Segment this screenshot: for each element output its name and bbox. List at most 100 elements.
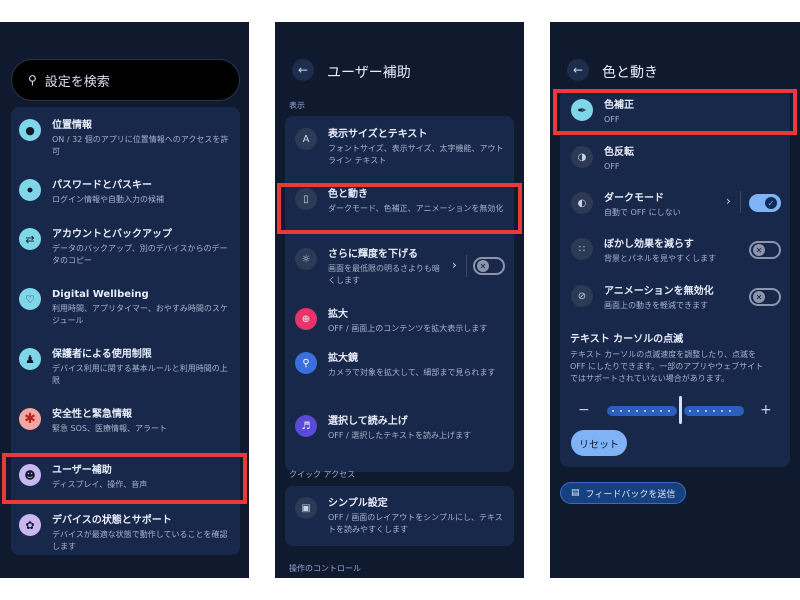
settings-panel: ⚲ 設定を検索 ● 位置情報 ON / 32 個のアプリに位置情報へのアクセスを許… [0, 22, 249, 578]
option-remove-animations[interactable]: ⊘ アニメーションを無効化 画面上の動きを軽減できます [571, 285, 741, 312]
settings-item-location[interactable]: ● 位置情報 ON / 32 個のアプリに位置情報へのアクセスを許可 [19, 119, 234, 158]
item-subtitle: OFF / 画面上のコンテンツを拡大表示します [328, 324, 488, 333]
item-title: さらに輝度を下げる [328, 249, 418, 260]
brightness-icon: ☼ [295, 248, 317, 270]
slider-ticks-left [612, 406, 670, 416]
section-header-quick-access: クイック アクセス [289, 470, 356, 479]
speaker-icon: ♬ [295, 415, 317, 437]
item-subtitle: OFF / 画面のレイアウトをシンプルにし、テキストを読みやすくします [328, 513, 503, 534]
settings-item-safety[interactable]: ✱ 安全性と緊急情報緊急 SOS、医療情報、アラート [19, 408, 234, 435]
simple-view-icon: ▣ [295, 497, 317, 519]
option-color-inversion[interactable]: ◑ 色反転 OFF [571, 146, 771, 173]
item-title: アニメーションを無効化 [604, 286, 714, 297]
item-subtitle: フォントサイズ、表示サイズ、太字機能、アウトライン テキスト [328, 144, 504, 165]
item-title: ユーザー補助 [52, 465, 112, 476]
option-reduce-blur[interactable]: ∷ ぼかし効果を減らす 背景とパネルを見やすくします [571, 238, 741, 265]
magnifier-camera-icon: ⚲ [295, 352, 317, 374]
settings-item-passwords[interactable]: ⚫ パスワードとパスキーログイン情報や自動入力の候補 [19, 179, 234, 206]
item-subtitle: ログイン情報や自動入力の候補 [52, 195, 164, 204]
item-subtitle: 画面を最低限の明るさよりも暗くします [328, 264, 440, 285]
slider-thumb[interactable] [679, 396, 682, 424]
settings-item-wellbeing[interactable]: ♡ Digital Wellbeing 利用時間、アプリタイマー、おやすみ時間のス… [19, 288, 234, 327]
item-title: デバイスの状態とサポート [52, 515, 172, 526]
item-subtitle: 利用時間、アプリタイマー、おやすみ時間のスケジュール [52, 304, 228, 325]
item-title: 色反転 [604, 147, 634, 158]
text-size-icon: A [295, 128, 317, 150]
wellbeing-icon: ♡ [19, 288, 41, 310]
back-arrow-icon[interactable]: ← [567, 59, 589, 81]
item-subtitle: 背景とパネルを見やすくします [604, 254, 716, 263]
feedback-icon: ▤ [571, 488, 580, 498]
toggle-knob-x-icon: ✕ [753, 291, 765, 303]
extra-dim-toggle[interactable]: ✕ [473, 257, 505, 275]
item-subtitle: 緊急 SOS、医療情報、アラート [52, 424, 167, 433]
dark-mode-toggle[interactable]: ✓ [749, 194, 781, 212]
reset-button[interactable]: リセット [571, 430, 627, 456]
slider-increase-button[interactable]: + [760, 402, 772, 418]
option-magnification[interactable]: ⊕ 拡大 OFF / 画面上のコンテンツを拡大表示します [295, 308, 505, 335]
settings-item-device-health[interactable]: ✿ デバイスの状態とサポート デバイスが最適な状態で動作していることを確認します [19, 514, 234, 553]
item-subtitle: データのバックアップ、別のデバイスからのデータのコピー [52, 244, 228, 265]
settings-item-accessibility[interactable]: ☻ ユーザー補助 ディスプレイ、操作、音声 [19, 464, 234, 491]
item-title: 保護者による使用制限 [52, 349, 152, 360]
send-feedback-button[interactable]: ▤ フィードバックを送信 [560, 482, 687, 504]
device-health-icon: ✿ [19, 514, 41, 536]
sync-icon: ⇄ [19, 228, 41, 250]
item-title: 位置情報 [52, 120, 92, 131]
toggle-knob-x-icon: ✕ [753, 244, 765, 256]
pen-icon: ✒ [571, 99, 593, 121]
cursor-blink-title: テキスト カーソルの点滅 [570, 334, 684, 345]
item-title: 安全性と緊急情報 [52, 409, 132, 420]
key-icon: ⚫ [19, 179, 41, 201]
item-title: ダークモード [604, 193, 664, 204]
asterisk-icon: ✱ [19, 408, 41, 430]
remove-animations-toggle[interactable]: ✕ [749, 288, 781, 306]
invert-icon: ◑ [571, 146, 593, 168]
toggle-knob-check-icon: ✓ [765, 197, 777, 209]
item-title: アカウントとバックアップ [52, 229, 172, 240]
settings-item-parental[interactable]: ♟ 保護者による使用制限デバイス利用に関する基本ルールと利用時間の上限 [19, 348, 234, 387]
search-icon: ⚲ [28, 73, 37, 87]
toggle-knob-x-icon: ✕ [477, 260, 489, 272]
slider-ticks-right [689, 406, 731, 416]
search-bar[interactable]: ⚲ 設定を検索 [11, 59, 240, 101]
option-extra-dim[interactable]: ☼ さらに輝度を下げる画面を最低限の明るさよりも暗くします [295, 248, 445, 287]
item-subtitle: デバイス利用に関する基本ルールと利用時間の上限 [52, 364, 228, 385]
divider [466, 255, 467, 277]
slider-decrease-button[interactable]: − [578, 402, 590, 418]
option-color-correction[interactable]: ✒ 色補正 OFF [571, 99, 771, 126]
accessibility-panel: ← ユーザー補助 表示 A 表示サイズとテキスト フォントサイズ、表示サイズ、太字… [275, 22, 524, 578]
magnify-icon: ⊕ [295, 308, 317, 330]
page-title: ユーザー補助 [327, 65, 411, 81]
item-subtitle: OFF [604, 162, 620, 171]
cursor-blink-description: テキスト カーソルの点滅速度を調整したり、点滅を OFF にしたりできます。一部… [570, 350, 764, 383]
option-magnifier[interactable]: ⚲ 拡大鏡 カメラで対象を拡大して、細部まで見られます [295, 352, 505, 379]
item-title: 色補正 [604, 100, 634, 111]
section-header-display: 表示 [289, 101, 305, 110]
chevron-right-icon[interactable]: › [726, 194, 731, 208]
reduce-blur-toggle[interactable]: ✕ [749, 241, 781, 259]
back-arrow-icon[interactable]: ← [292, 59, 314, 81]
item-title: パスワードとパスキー [52, 180, 152, 191]
item-subtitle: OFF [604, 115, 620, 124]
option-display-size[interactable]: A 表示サイズとテキスト フォントサイズ、表示サイズ、太字機能、アウトライン テキ… [295, 128, 505, 167]
divider [740, 191, 741, 213]
item-title: Digital Wellbeing [52, 289, 149, 300]
item-title: 選択して読み上げ [328, 416, 408, 427]
item-subtitle: カメラで対象を拡大して、細部まで見られます [328, 368, 496, 377]
parental-icon: ♟ [19, 348, 41, 370]
phone-icon: ▯ [295, 188, 317, 210]
option-simple-view[interactable]: ▣ シンプル設定 OFF / 画面のレイアウトをシンプルにし、テキストを読みやすく… [295, 497, 505, 536]
item-subtitle: 自動で OFF にしない [604, 208, 681, 217]
item-subtitle: OFF / 選択したテキストを読み上げます [328, 431, 472, 440]
blur-icon: ∷ [571, 238, 593, 260]
item-subtitle: ダークモード、色補正、アニメーションを無効化 [328, 204, 504, 213]
settings-item-accounts[interactable]: ⇄ アカウントとバックアップデータのバックアップ、別のデバイスからのデータのコピ… [19, 228, 234, 267]
item-subtitle: 画面上の動きを軽減できます [604, 301, 708, 310]
option-select-to-speak[interactable]: ♬ 選択して読み上げ OFF / 選択したテキストを読み上げます [295, 415, 505, 442]
location-pin-icon: ● [19, 119, 41, 141]
chevron-right-icon[interactable]: › [452, 258, 457, 272]
option-color-motion[interactable]: ▯ 色と動き ダークモード、色補正、アニメーションを無効化 [295, 188, 505, 215]
animation-off-icon: ⊘ [571, 285, 593, 307]
option-dark-mode[interactable]: ◐ ダークモード 自動で OFF にしない [571, 192, 721, 219]
